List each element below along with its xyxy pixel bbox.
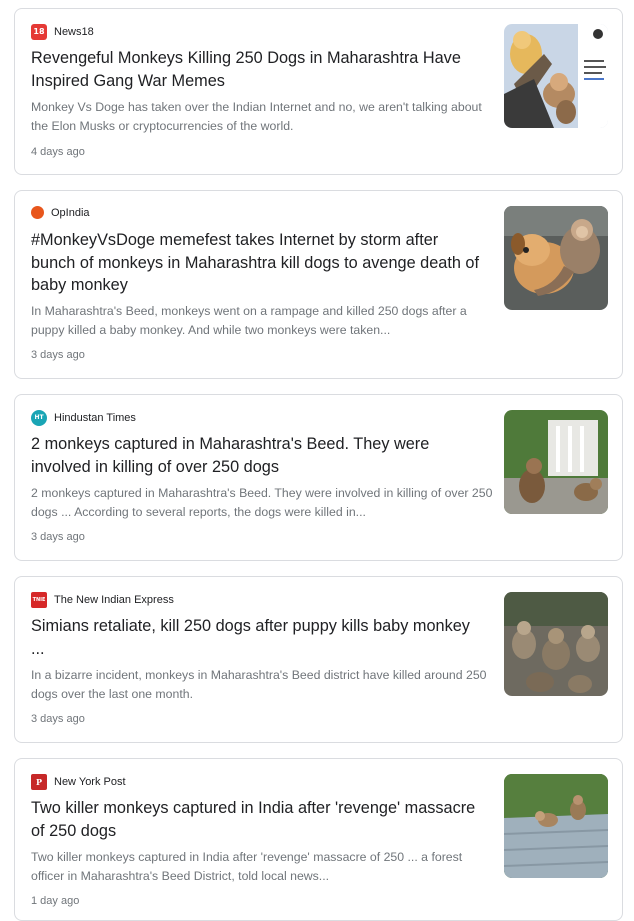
news-card[interactable]: OpIndia #MonkeyVsDoge memefest takes Int… [14, 190, 623, 379]
news-snippet: 2 monkeys captured in Maharashtra's Beed… [31, 486, 493, 519]
source-name: The New Indian Express [54, 594, 174, 606]
news-card[interactable]: HT Hindustan Times 2 monkeys captured in… [14, 394, 623, 561]
news-headline-link[interactable]: Simians retaliate, kill 250 dogs after p… [31, 615, 486, 660]
news18-logo-icon: 18 [31, 24, 47, 40]
monkeys-on-road-thumbnail[interactable] [504, 410, 608, 514]
monkey-holding-puppy-thumbnail[interactable] [504, 206, 608, 310]
news-source: OpIndia [31, 206, 90, 219]
news-date: 3 days ago [31, 349, 85, 361]
opindia-logo-icon [31, 206, 44, 219]
news-date: 3 days ago [31, 713, 85, 725]
monkey-troop-thumbnail[interactable] [504, 592, 608, 696]
news-snippet: Monkey Vs Doge has taken over the Indian… [31, 100, 482, 133]
new-york-post-logo-icon: P [31, 774, 47, 790]
news-snippet: In Maharashtra's Beed, monkeys went on a… [31, 304, 467, 337]
doge-monkey-meme-thumbnail[interactable] [504, 24, 608, 128]
news-date: 4 days ago [31, 146, 85, 158]
news-headline-link[interactable]: Two killer monkeys captured in India aft… [31, 797, 486, 842]
news-date: 3 days ago [31, 531, 85, 543]
news-source: 18 News18 [31, 24, 94, 40]
news-headline-link[interactable]: 2 monkeys captured in Maharashtra's Beed… [31, 433, 486, 478]
news-source: P New York Post [31, 774, 126, 790]
news-feed: 18 News18 Revengeful Monkeys Killing 250… [0, 0, 634, 921]
news-card[interactable]: 18 News18 Revengeful Monkeys Killing 250… [14, 8, 623, 175]
monkeys-on-roof-thumbnail[interactable] [504, 774, 608, 878]
news-date: 1 day ago [31, 895, 80, 907]
news-snippet: Two killer monkeys captured in India aft… [31, 850, 463, 883]
news-headline-link[interactable]: #MonkeyVsDoge memefest takes Internet by… [31, 229, 486, 297]
source-name: Hindustan Times [54, 412, 136, 424]
source-name: News18 [54, 26, 94, 38]
news-headline-link[interactable]: Revengeful Monkeys Killing 250 Dogs in M… [31, 47, 486, 92]
source-name: OpIndia [51, 206, 90, 219]
news-snippet: In a bizarre incident, monkeys in Mahara… [31, 668, 487, 701]
news-source: HT Hindustan Times [31, 410, 136, 426]
hindustan-times-logo-icon: HT [31, 410, 47, 426]
news-card[interactable]: P New York Post Two killer monkeys captu… [14, 758, 623, 921]
news-card[interactable]: TNIE The New Indian Express Simians reta… [14, 576, 623, 743]
new-indian-express-logo-icon: TNIE [31, 592, 47, 608]
news-source: TNIE The New Indian Express [31, 592, 174, 608]
source-name: New York Post [54, 776, 126, 788]
